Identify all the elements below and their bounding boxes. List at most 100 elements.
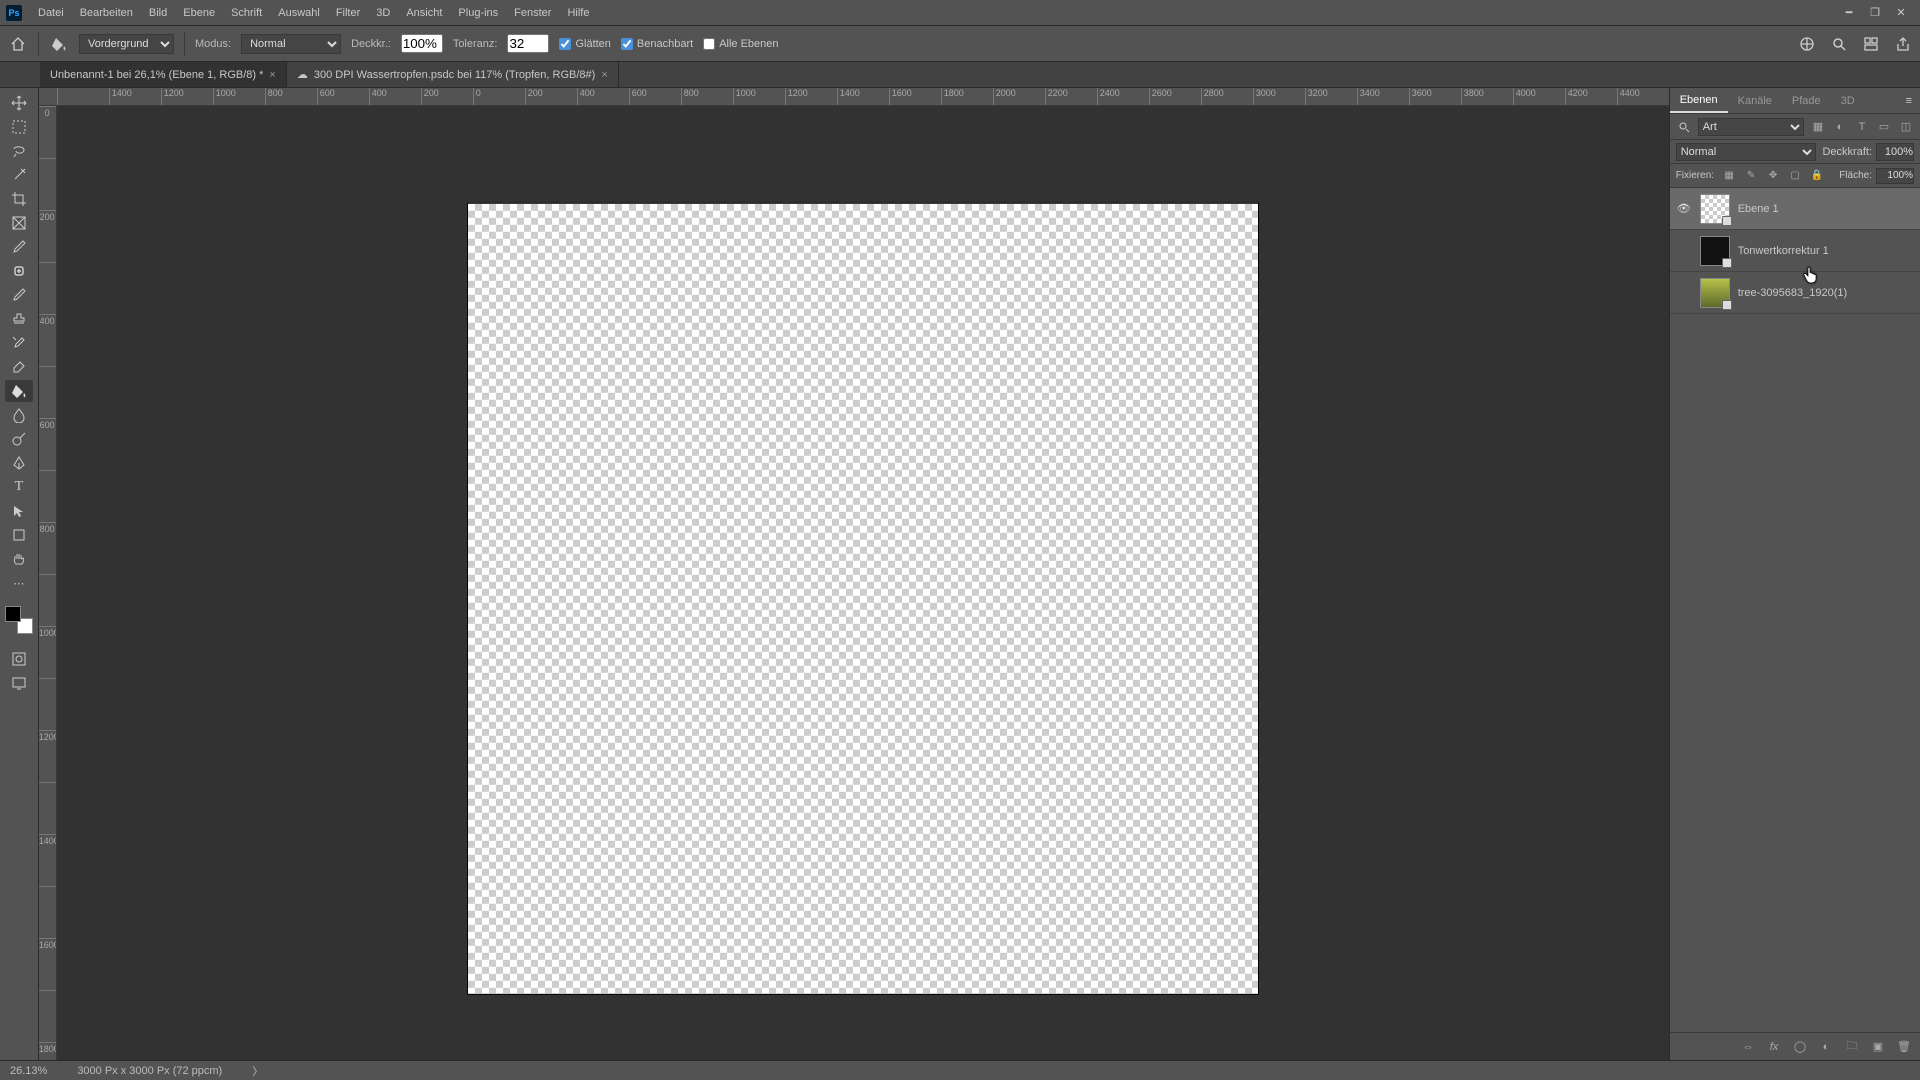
path-select-icon[interactable]	[5, 500, 33, 522]
filter-type-icon[interactable]: T	[1854, 119, 1870, 135]
status-chevron-icon[interactable]: 〉	[252, 1063, 263, 1079]
search-icon[interactable]	[1830, 35, 1848, 53]
menu-plug-ins[interactable]: Plug-ins	[450, 0, 506, 25]
lock-pos-icon[interactable]: ✥	[1766, 169, 1780, 183]
layer-row[interactable]: 👁 Ebene 1	[1670, 188, 1920, 230]
menu-hilfe[interactable]: Hilfe	[559, 0, 597, 25]
lock-all-icon[interactable]: 🔒	[1810, 169, 1824, 183]
lock-trans-icon[interactable]: ▦	[1722, 169, 1736, 183]
type-tool-icon[interactable]: T	[5, 476, 33, 498]
canvas-stage[interactable]	[57, 106, 1669, 1060]
delete-icon[interactable]: 🗑	[1896, 1039, 1912, 1055]
screenmode-icon[interactable]	[5, 672, 33, 694]
layer-thumbnail[interactable]	[1700, 194, 1730, 224]
menu-schrift[interactable]: Schrift	[223, 0, 270, 25]
blur-tool-icon[interactable]	[5, 404, 33, 426]
layer-row[interactable]: Tonwertkorrektur 1	[1670, 230, 1920, 272]
filter-smart-icon[interactable]: ◫	[1898, 119, 1914, 135]
all-layers-checkbox[interactable]: Alle Ebenen	[703, 38, 778, 50]
brush-tool-icon[interactable]	[5, 284, 33, 306]
bucket-icon[interactable]	[49, 34, 69, 54]
layer-blend-select[interactable]: Normal	[1676, 143, 1817, 161]
panel-footer: ⇔ fx ◯ ◐ 🗀 ▣ 🗑	[1670, 1032, 1920, 1060]
opacity-input[interactable]	[401, 34, 443, 53]
group-icon[interactable]: 🗀	[1844, 1039, 1860, 1055]
layer-row[interactable]: tree-3095683_1920(1)	[1670, 272, 1920, 314]
layer-name[interactable]: Tonwertkorrektur 1	[1738, 245, 1914, 257]
filter-pixel-icon[interactable]: ▦	[1810, 119, 1826, 135]
menu-datei[interactable]: Datei	[30, 0, 72, 25]
crop-tool-icon[interactable]	[5, 188, 33, 210]
fx-icon[interactable]: fx	[1766, 1039, 1782, 1055]
fill-input[interactable]	[1876, 168, 1914, 184]
document-tab[interactable]: Unbenannt-1 bei 26,1% (Ebene 1, RGB/8) *…	[40, 62, 287, 87]
menu-filter[interactable]: Filter	[328, 0, 368, 25]
menu-fenster[interactable]: Fenster	[506, 0, 559, 25]
layer-name[interactable]: tree-3095683_1920(1)	[1738, 287, 1914, 299]
close-icon[interactable]: ×	[269, 69, 275, 81]
layer-name[interactable]: Ebene 1	[1738, 203, 1914, 215]
new-layer-icon[interactable]: ▣	[1870, 1039, 1886, 1055]
contiguous-checkbox[interactable]: Benachbart	[621, 38, 693, 50]
tab-kanaele[interactable]: Kanäle	[1728, 88, 1782, 113]
more-tools-icon[interactable]: ⋯	[5, 572, 33, 594]
hand-tool-icon[interactable]	[5, 548, 33, 570]
visibility-icon[interactable]: 👁	[1676, 202, 1692, 215]
eraser-tool-icon[interactable]	[5, 356, 33, 378]
zoom-readout[interactable]: 26.13%	[10, 1065, 47, 1077]
share-icon[interactable]	[1894, 35, 1912, 53]
menu-auswahl[interactable]: Auswahl	[270, 0, 328, 25]
lock-paint-icon[interactable]: ✎	[1744, 169, 1758, 183]
ruler-tick: 2200	[1045, 88, 1097, 105]
window-restore-icon[interactable]: ❐	[1862, 0, 1888, 25]
blend-mode-select[interactable]: Normal	[241, 34, 341, 54]
wand-tool-icon[interactable]	[5, 164, 33, 186]
window-close-icon[interactable]: ✕	[1888, 0, 1914, 25]
filter-shape-icon[interactable]: ▭	[1876, 119, 1892, 135]
eyedropper-tool-icon[interactable]	[5, 236, 33, 258]
tab-ebenen[interactable]: Ebenen	[1670, 88, 1728, 113]
color-swatch[interactable]	[5, 606, 33, 634]
layer-thumbnail[interactable]	[1700, 278, 1730, 308]
link-layers-icon[interactable]: ⇔	[1740, 1039, 1756, 1055]
move-tool-icon[interactable]	[5, 92, 33, 114]
document-tab[interactable]: ☁300 DPI Wassertropfen.psdc bei 117% (Tr…	[287, 62, 619, 87]
ruler-tick: 3800	[1461, 88, 1513, 105]
window-minimize-icon[interactable]: ━	[1836, 0, 1862, 25]
lasso-tool-icon[interactable]	[5, 140, 33, 162]
quickmask-icon[interactable]	[5, 648, 33, 670]
lock-nest-icon[interactable]: ▢	[1788, 169, 1802, 183]
home-icon[interactable]	[8, 34, 28, 54]
tolerance-input[interactable]	[507, 34, 549, 53]
document-canvas[interactable]	[468, 204, 1258, 994]
shape-tool-icon[interactable]	[5, 524, 33, 546]
cloud-share-icon[interactable]	[1798, 35, 1816, 53]
menu-bearbeiten[interactable]: Bearbeiten	[72, 0, 141, 25]
panel-menu-icon[interactable]: ≡	[1898, 95, 1920, 107]
filter-type-select[interactable]: Art	[1698, 118, 1804, 136]
mask-icon[interactable]: ◯	[1792, 1039, 1808, 1055]
tab-3d[interactable]: 3D	[1831, 88, 1865, 113]
filter-search-icon[interactable]	[1676, 121, 1692, 133]
menu-3d[interactable]: 3D	[368, 0, 398, 25]
frame-tool-icon[interactable]	[5, 212, 33, 234]
layer-opacity-input[interactable]	[1876, 143, 1914, 161]
pen-tool-icon[interactable]	[5, 452, 33, 474]
close-icon[interactable]: ×	[601, 69, 607, 81]
dodge-tool-icon[interactable]	[5, 428, 33, 450]
marquee-tool-icon[interactable]	[5, 116, 33, 138]
stamp-tool-icon[interactable]	[5, 308, 33, 330]
history-brush-icon[interactable]	[5, 332, 33, 354]
bucket-tool-icon[interactable]	[5, 380, 33, 402]
menu-ebene[interactable]: Ebene	[175, 0, 223, 25]
filter-adjust-icon[interactable]: ◐	[1832, 119, 1848, 135]
menu-ansicht[interactable]: Ansicht	[398, 0, 450, 25]
layer-thumbnail[interactable]	[1700, 236, 1730, 266]
heal-tool-icon[interactable]	[5, 260, 33, 282]
workspace-icon[interactable]	[1862, 35, 1880, 53]
tab-pfade[interactable]: Pfade	[1782, 88, 1831, 113]
menu-bild[interactable]: Bild	[141, 0, 175, 25]
fill-source-select[interactable]: Vordergrund	[79, 34, 174, 54]
adjustment-icon[interactable]: ◐	[1818, 1039, 1834, 1055]
antialias-checkbox[interactable]: Glätten	[559, 38, 610, 50]
